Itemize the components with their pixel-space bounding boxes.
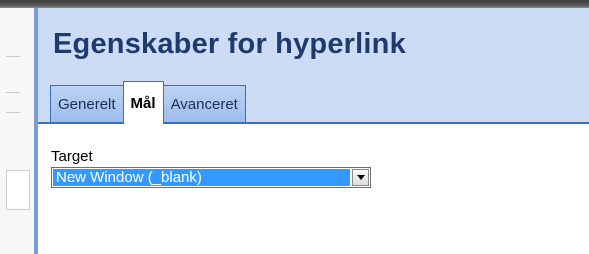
tab-maal[interactable]: Mål	[122, 81, 164, 124]
tab-generelt[interactable]: Generelt	[50, 85, 124, 122]
dialog-title: Egenskaber for hyperlink	[53, 28, 406, 60]
ruler-mark	[6, 112, 20, 113]
hyperlink-properties-dialog: Egenskaber for hyperlink Generelt Mål Av…	[34, 8, 589, 254]
ruler-mark	[6, 92, 20, 93]
ruler-mark	[6, 56, 20, 57]
window-top-edge	[0, 0, 589, 8]
tab-avanceret[interactable]: Avanceret	[162, 85, 246, 122]
target-label: Target	[51, 148, 93, 165]
chevron-down-icon	[356, 175, 365, 180]
tab-content-maal: Target New Window (_blank)	[38, 124, 589, 254]
tab-strip: Generelt Mål Avanceret	[50, 79, 246, 124]
background-application	[0, 8, 35, 254]
background-panel	[6, 170, 30, 210]
target-selected-value[interactable]: New Window (_blank)	[53, 169, 350, 186]
dropdown-button[interactable]	[352, 169, 369, 186]
dialog-header: Egenskaber for hyperlink Generelt Mål Av…	[38, 8, 589, 124]
target-select[interactable]: New Window (_blank)	[51, 167, 371, 188]
